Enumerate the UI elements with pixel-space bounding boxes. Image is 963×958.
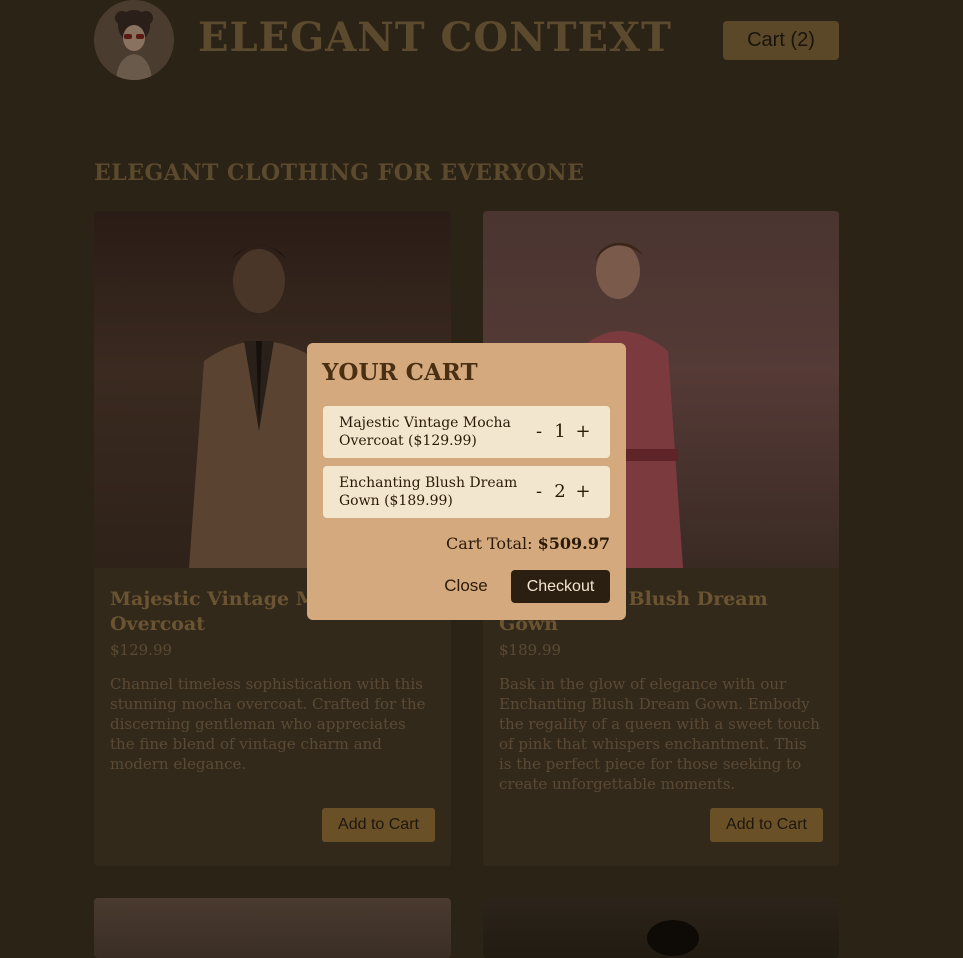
product-price: $189.99 — [499, 641, 562, 659]
cart-total-label: Cart Total: — [446, 534, 538, 553]
decrease-quantity-button[interactable]: - — [531, 480, 547, 502]
modal-title: YOUR CART — [322, 359, 478, 386]
item-quantity: 2 — [554, 480, 566, 502]
product-image — [483, 898, 839, 958]
product-photo-partial — [647, 920, 699, 956]
cart-item-name: Enchanting Blush Dream Gown ($189.99) — [339, 475, 518, 509]
product-price: $129.99 — [110, 641, 173, 659]
section-title: ELEGANT CLOTHING FOR EVERYONE — [94, 160, 585, 186]
cart-total-value: $509.97 — [537, 534, 610, 553]
checkout-button[interactable]: Checkout — [511, 570, 610, 603]
add-to-cart-button[interactable]: Add to Cart — [322, 808, 435, 842]
increase-quantity-button[interactable]: + — [575, 480, 591, 502]
decrease-quantity-button[interactable]: - — [531, 420, 547, 442]
product-card — [94, 898, 451, 958]
cart-modal: YOUR CART Majestic Vintage Mocha Overcoa… — [307, 343, 626, 620]
add-to-cart-button[interactable]: Add to Cart — [710, 808, 823, 842]
cart-button[interactable]: Cart (2) — [723, 21, 839, 60]
cart-total: Cart Total: $509.97 — [446, 534, 610, 553]
increase-quantity-button[interactable]: + — [575, 420, 591, 442]
vintage-woman-avatar-icon — [94, 0, 174, 80]
product-image — [94, 898, 451, 958]
product-card — [483, 898, 839, 958]
logo-avatar[interactable] — [94, 0, 174, 80]
cart-item: Majestic Vintage Mocha Overcoat ($129.99… — [323, 406, 610, 458]
close-button[interactable]: Close — [434, 570, 498, 602]
product-description: Bask in the glow of elegance with our En… — [499, 675, 820, 793]
cart-item: Enchanting Blush Dream Gown ($189.99) - … — [323, 466, 610, 518]
page: ELEGANT CONTEXT Cart (2) ELEGANT CLOTHIN… — [0, 0, 963, 958]
cart-item-name: Majestic Vintage Mocha Overcoat ($129.99… — [339, 415, 511, 449]
item-quantity: 1 — [554, 420, 566, 442]
product-description: Channel timeless sophistication with thi… — [110, 675, 426, 773]
brand-title: ELEGANT CONTEXT — [198, 14, 672, 61]
